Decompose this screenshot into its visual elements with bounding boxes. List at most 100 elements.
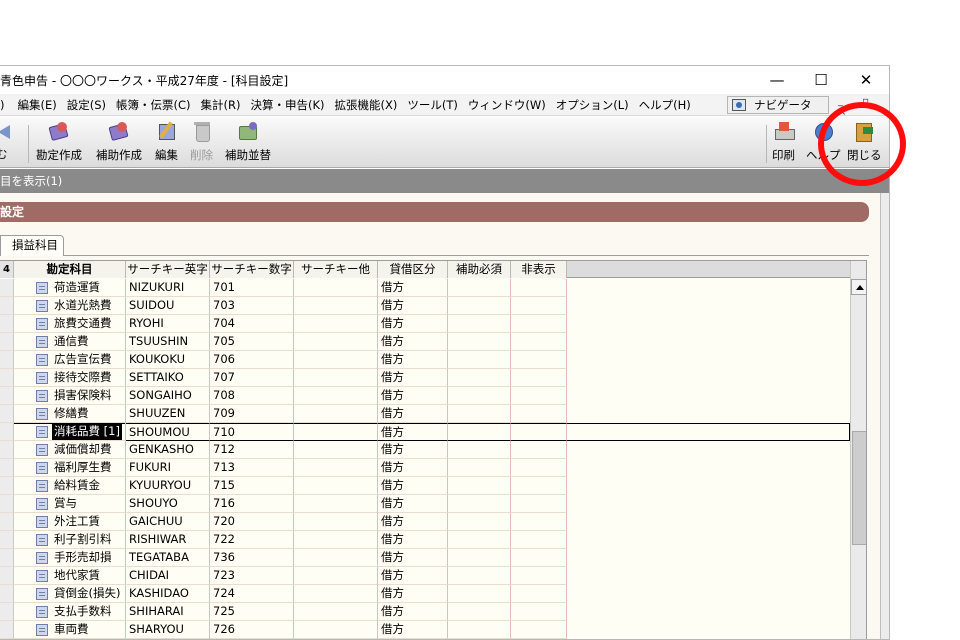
search-num-cell[interactable]: 710 xyxy=(210,423,294,441)
sub-required-cell[interactable] xyxy=(448,315,511,333)
table-row[interactable]: 支払手数料 SHIHARAI 725 借方 xyxy=(0,603,850,621)
table-row[interactable]: 地代家賃 CHIDAI 723 借方 xyxy=(0,567,850,585)
hidden-cell[interactable] xyxy=(511,315,567,333)
hidden-cell[interactable] xyxy=(511,333,567,351)
row-header[interactable] xyxy=(0,585,14,603)
menu-partial[interactable]: ) xyxy=(0,98,13,112)
debit-credit-cell[interactable]: 借方 xyxy=(378,513,448,531)
hidden-cell[interactable] xyxy=(511,351,567,369)
show-accounts-toggle[interactable]: 目を表示(1) xyxy=(0,174,62,188)
sub-required-cell[interactable] xyxy=(448,279,511,297)
search-alpha-cell[interactable]: SONGAIHO xyxy=(126,387,210,405)
search-other-cell[interactable] xyxy=(294,297,378,315)
search-alpha-cell[interactable]: RYOHI xyxy=(126,315,210,333)
search-num-cell[interactable]: 716 xyxy=(210,495,294,513)
row-header[interactable] xyxy=(0,297,14,315)
table-row[interactable]: 荷造運賃 NIZUKURI 701 借方 xyxy=(0,279,850,297)
search-num-cell[interactable]: 720 xyxy=(210,513,294,531)
search-other-cell[interactable] xyxy=(294,387,378,405)
menu-window[interactable]: ウィンドウ(W) xyxy=(463,97,551,113)
search-other-cell[interactable] xyxy=(294,279,378,297)
row-header[interactable] xyxy=(0,495,14,513)
maximize-button[interactable]: ☐ xyxy=(798,66,844,94)
sub-required-cell[interactable] xyxy=(448,333,511,351)
search-num-cell[interactable]: 704 xyxy=(210,315,294,333)
table-row[interactable]: 接待交際費 SETTAIKO 707 借方 xyxy=(0,369,850,387)
col-search-num[interactable]: サーチキー数字 xyxy=(210,261,294,278)
table-row[interactable]: 損害保険料 SONGAIHO 708 借方 xyxy=(0,387,850,405)
search-alpha-cell[interactable]: RISHIWAR xyxy=(126,531,210,549)
sub-required-cell[interactable] xyxy=(448,567,511,585)
search-alpha-cell[interactable]: KYUURYOU xyxy=(126,477,210,495)
search-num-cell[interactable]: 707 xyxy=(210,369,294,387)
menu-help[interactable]: ヘルプ(H) xyxy=(634,97,696,113)
menu-edit[interactable]: 編集(E) xyxy=(13,97,62,113)
table-row[interactable]: 通信費 TSUUSHIN 705 借方 xyxy=(0,333,850,351)
search-num-cell[interactable]: 706 xyxy=(210,351,294,369)
sub-required-cell[interactable] xyxy=(448,603,511,621)
search-other-cell[interactable] xyxy=(294,477,378,495)
hidden-cell[interactable] xyxy=(511,585,567,603)
account-name-cell[interactable]: 地代家賃 xyxy=(14,567,126,585)
debit-credit-cell[interactable]: 借方 xyxy=(378,405,448,423)
search-alpha-cell[interactable]: SHIHARAI xyxy=(126,603,210,621)
search-other-cell[interactable] xyxy=(294,567,378,585)
debit-credit-cell[interactable]: 借方 xyxy=(378,459,448,477)
search-alpha-cell[interactable]: SHOUYO xyxy=(126,495,210,513)
close-window-button[interactable]: ✕ xyxy=(843,66,889,94)
row-header[interactable] xyxy=(0,279,14,297)
account-name-cell[interactable]: 修繕費 xyxy=(14,405,126,423)
sub-required-cell[interactable] xyxy=(448,585,511,603)
account-name-cell[interactable]: 広告宣伝費 xyxy=(14,351,126,369)
search-alpha-cell[interactable]: SUIDOU xyxy=(126,297,210,315)
search-alpha-cell[interactable]: SHUUZEN xyxy=(126,405,210,423)
sub-required-cell[interactable] xyxy=(448,297,511,315)
menu-options[interactable]: オプション(L) xyxy=(551,97,634,113)
table-row[interactable]: 外注工賃 GAICHUU 720 借方 xyxy=(0,513,850,531)
search-alpha-cell[interactable]: TEGATABA xyxy=(126,549,210,567)
table-row[interactable]: 福利厚生費 FUKURI 713 借方 xyxy=(0,459,850,477)
search-num-cell[interactable]: 722 xyxy=(210,531,294,549)
hidden-cell[interactable] xyxy=(511,459,567,477)
debit-credit-cell[interactable]: 借方 xyxy=(378,297,448,315)
search-other-cell[interactable] xyxy=(294,549,378,567)
search-alpha-cell[interactable]: TSUUSHIN xyxy=(126,333,210,351)
hidden-cell[interactable] xyxy=(511,279,567,297)
search-other-cell[interactable] xyxy=(294,495,378,513)
hidden-cell[interactable] xyxy=(511,513,567,531)
delete-button[interactable]: 削除 xyxy=(190,121,213,163)
search-other-cell[interactable] xyxy=(294,459,378,477)
col-search-alpha[interactable]: サーチキー英字 xyxy=(126,261,210,278)
account-name-cell[interactable]: 損害保険料 xyxy=(14,387,126,405)
debit-credit-cell[interactable]: 借方 xyxy=(378,585,448,603)
search-alpha-cell[interactable]: GENKASHO xyxy=(126,441,210,459)
table-row[interactable]: 広告宣伝費 KOUKOKU 706 借方 xyxy=(0,351,850,369)
row-header[interactable] xyxy=(0,315,14,333)
row-header[interactable] xyxy=(0,531,14,549)
search-other-cell[interactable] xyxy=(294,315,378,333)
account-name-cell[interactable]: 手形売却損 xyxy=(14,549,126,567)
search-other-cell[interactable] xyxy=(294,603,378,621)
account-name-cell[interactable]: 貸倒金(損失) xyxy=(14,585,126,603)
table-row[interactable]: 消耗品費 [1] SHOUMOU 710 借方 xyxy=(0,423,850,441)
hidden-cell[interactable] xyxy=(511,531,567,549)
table-row[interactable]: 貸倒金(損失) KASHIDAO 724 借方 xyxy=(0,585,850,603)
search-num-cell[interactable]: 701 xyxy=(210,279,294,297)
row-header[interactable] xyxy=(0,477,14,495)
table-row[interactable]: 賞与 SHOUYO 716 借方 xyxy=(0,495,850,513)
search-num-cell[interactable]: 705 xyxy=(210,333,294,351)
account-name-cell[interactable]: 旅費交通費 xyxy=(14,315,126,333)
sub-required-cell[interactable] xyxy=(448,405,511,423)
hidden-cell[interactable] xyxy=(511,603,567,621)
search-alpha-cell[interactable]: KASHIDAO xyxy=(126,585,210,603)
debit-credit-cell[interactable]: 借方 xyxy=(378,369,448,387)
hidden-cell[interactable] xyxy=(511,423,567,441)
debit-credit-cell[interactable]: 借方 xyxy=(378,333,448,351)
debit-credit-cell[interactable]: 借方 xyxy=(378,567,448,585)
search-num-cell[interactable]: 726 xyxy=(210,621,294,639)
row-header[interactable] xyxy=(0,513,14,531)
debit-credit-cell[interactable]: 借方 xyxy=(378,531,448,549)
menu-extensions[interactable]: 拡張機能(X) xyxy=(330,97,403,113)
search-other-cell[interactable] xyxy=(294,531,378,549)
account-name-cell[interactable]: 外注工賃 xyxy=(14,513,126,531)
